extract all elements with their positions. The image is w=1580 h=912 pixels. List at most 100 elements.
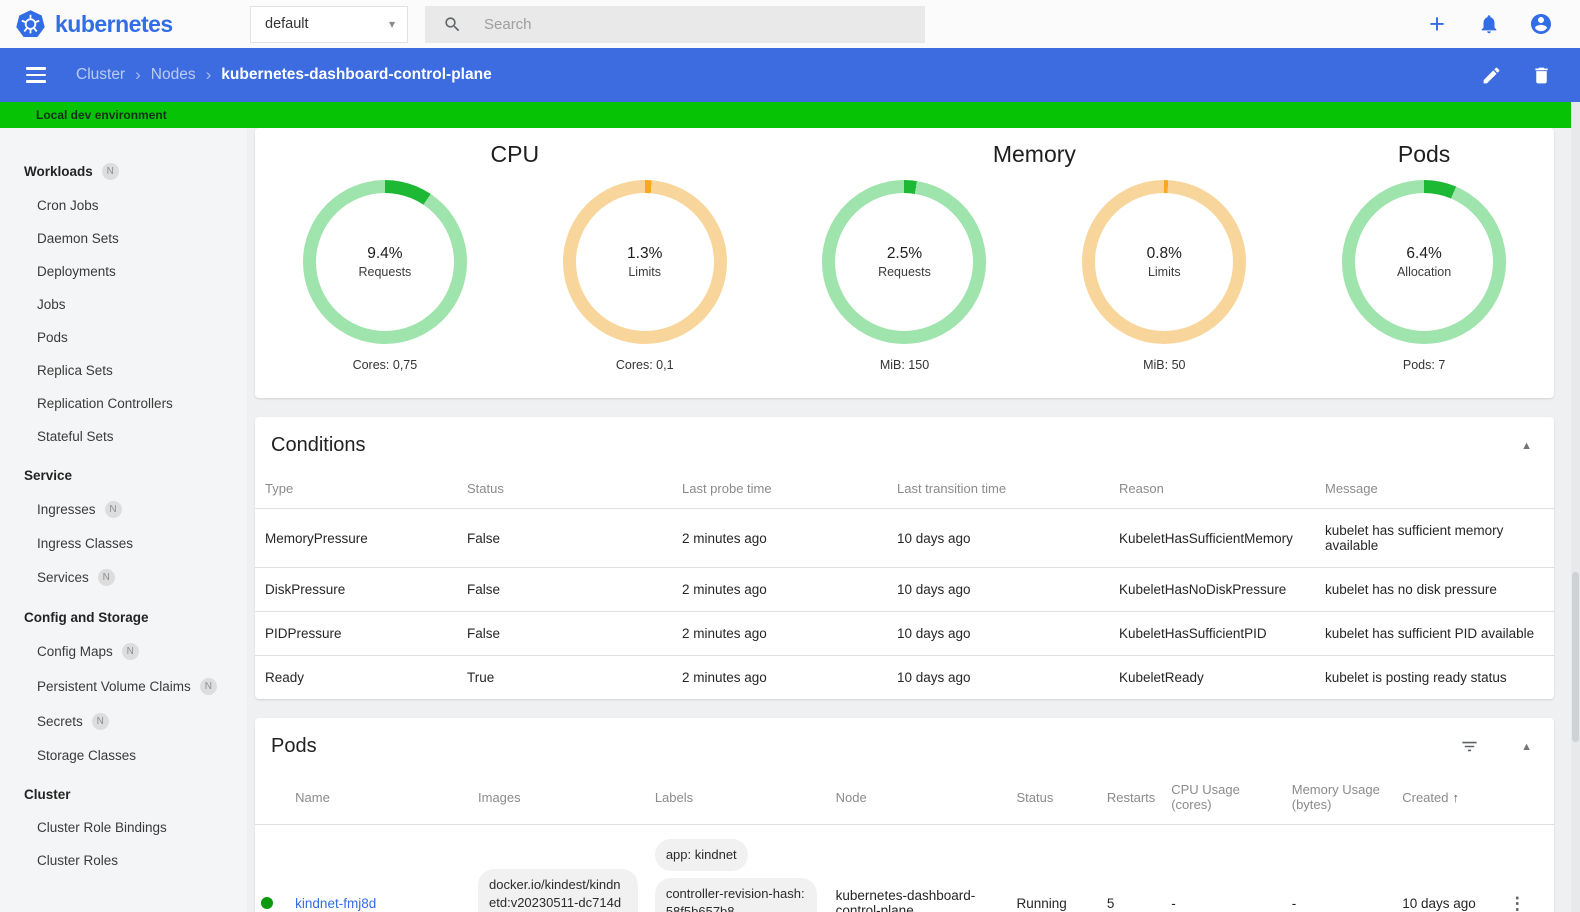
sidebar-item-label: Storage Classes [37, 748, 137, 763]
search-input[interactable] [484, 15, 913, 33]
breadcrumb-link-cluster[interactable]: Cluster [76, 66, 125, 84]
column-header-name: Name [295, 789, 330, 805]
delete-button[interactable] [1528, 62, 1554, 88]
caret-up-icon: ▲ [1521, 740, 1532, 753]
namespaced-badge: N [104, 501, 122, 518]
sidebar-item-ingresses[interactable]: Ingresses N [0, 492, 247, 527]
sidebar-item-storage-classes[interactable]: Storage Classes [0, 739, 247, 772]
sidebar-item-cron-jobs[interactable]: Cron Jobs [0, 189, 247, 222]
donut-center: 6.4% Allocation [1342, 180, 1506, 344]
condition-cell: 10 days ago [897, 582, 971, 597]
sidebar-item-stateful-sets[interactable]: Stateful Sets [0, 420, 247, 453]
account-icon [1529, 12, 1553, 36]
pod-cpu-cell: - [1171, 895, 1176, 911]
sidebar-item-ingress-classes[interactable]: Ingress Classes [0, 527, 247, 560]
create-resource-button[interactable]: + [1424, 11, 1450, 38]
pod-memory-cell: - [1291, 895, 1297, 911]
condition-cell: False [467, 626, 501, 641]
conditions-collapse-button[interactable]: ▲ [1515, 436, 1538, 456]
namespaced-badge: N [97, 569, 115, 586]
main-content: CPU Memory Pods 9.4% Requests Cores: 0,75 1.3%… [247, 128, 1580, 912]
page-scrollbar[interactable] [1571, 102, 1580, 912]
edit-button[interactable] [1478, 62, 1504, 88]
sidebar-item-jobs[interactable]: Jobs [0, 288, 247, 321]
sidebar-section-label: Service [24, 468, 73, 483]
donut-chart: 6.4% Allocation [1342, 180, 1507, 344]
sidebar-item-label: Ingress Classes [37, 536, 134, 551]
column-header-restarts: Restarts [1106, 789, 1156, 805]
breadcrumb: Cluster › Nodes › kubernetes-dashboard-contr… [76, 65, 492, 85]
filter-icon [1460, 737, 1479, 756]
notifications-button[interactable] [1476, 11, 1502, 37]
pods-collapse-button[interactable]: ▲ [1515, 737, 1538, 757]
account-button[interactable] [1528, 11, 1554, 37]
column-header-status: Status [1016, 789, 1054, 805]
namespaced-badge: N [101, 163, 119, 180]
pod-restarts-cell: 5 [1106, 895, 1115, 911]
condition-cell: DiskPressure [265, 582, 346, 597]
condition-row: MemoryPressure False 2 minutes ago 10 days … [255, 509, 1554, 568]
sidebar-item-persistent-volume-claims[interactable]: Persistent Volume Claims N [0, 669, 247, 704]
gauge-footer: Cores: 0,75 [352, 358, 418, 372]
chevron-right-icon: › [205, 65, 212, 84]
sidebar-item-services[interactable]: Services N [0, 560, 247, 595]
sidebar-item-replica-sets[interactable]: Replica Sets [0, 354, 247, 387]
pod-label-chips: app: kindnet controller-revision-hash: 58… [654, 839, 820, 912]
status-ok-icon [261, 897, 274, 910]
gauge-memory-limits: 0.8% Limits MiB: 50 [1034, 180, 1294, 396]
gauge-memory-requests: 2.5% Requests MiB: 150 [775, 180, 1035, 396]
scrollbar-thumb[interactable] [1572, 571, 1579, 742]
sidebar-item-replication-controllers[interactable]: Replication Controllers [0, 387, 247, 420]
pod-status-dot-cell [255, 825, 295, 912]
breadcrumb-link-nodes[interactable]: Nodes [151, 66, 196, 84]
condition-row: PIDPressure False 2 minutes ago 10 days ago… [255, 611, 1554, 656]
pod-image-chip: docker.io/kindest/kindnetd:v20230511-dc7… [478, 869, 639, 912]
sidebar-section-config-and-storage[interactable]: Config and Storage [0, 601, 247, 634]
pods-filter-button[interactable] [1458, 735, 1481, 758]
caret-up-icon: ▲ [1521, 439, 1532, 452]
sidebar-item-daemon-sets[interactable]: Daemon Sets [0, 222, 247, 255]
sidebar-section-cluster[interactable]: Cluster [0, 778, 247, 811]
column-header-status: Status [467, 481, 504, 496]
sidebar-item-deployments[interactable]: Deployments [0, 255, 247, 288]
kebab-menu-icon[interactable]: ⋮ [1509, 895, 1526, 912]
sidebar-item-cluster-role-bindings[interactable]: Cluster Role Bindings [0, 811, 247, 844]
pod-status-cell: Running [1016, 895, 1067, 911]
sidebar-item-label: Replica Sets [37, 363, 113, 378]
sidebar-item-secrets[interactable]: Secrets N [0, 704, 247, 739]
sidebar-item-label: Stateful Sets [37, 429, 114, 444]
namespaced-badge: N [199, 678, 217, 695]
pods-title: Pods [271, 735, 317, 757]
menu-icon[interactable] [26, 67, 46, 83]
sidebar-section-label: Config and Storage [24, 610, 149, 625]
column-header-created[interactable]: Created ↑ [1402, 770, 1508, 825]
column-header-last-probe-time: Last probe time [682, 481, 772, 496]
chevron-down-icon: ▾ [388, 17, 395, 31]
conditions-title: Conditions [271, 434, 366, 456]
sidebar-item-label: Cron Jobs [37, 198, 99, 213]
column-header-labels: Labels [654, 789, 694, 805]
bell-icon [1478, 13, 1500, 35]
gauge-label: Limits [628, 265, 662, 279]
namespace-selector[interactable]: default ▾ [250, 5, 408, 43]
condition-cell: MemoryPressure [265, 530, 368, 546]
sidebar-item-cluster-roles[interactable]: Cluster Roles [0, 844, 247, 877]
condition-cell: True [467, 670, 495, 685]
namespace-value: default [265, 16, 309, 32]
kubernetes-logo[interactable]: kubernetes [0, 9, 250, 40]
sidebar-item-config-maps[interactable]: Config Maps N [0, 634, 247, 669]
donut-chart: 2.5% Requests [822, 180, 987, 344]
sidebar-section-label: Workloads [24, 164, 93, 179]
pod-name-link[interactable]: kindnet-fmj8d [295, 896, 376, 911]
sidebar-item-pods[interactable]: Pods [0, 321, 247, 354]
condition-cell: False [467, 530, 501, 546]
condition-cell: False [467, 582, 501, 597]
page-toolbar: Cluster › Nodes › kubernetes-dashboard-contr… [0, 48, 1580, 102]
namespaced-badge: N [91, 713, 109, 730]
sidebar-item-label: Replication Controllers [37, 396, 173, 411]
sidebar-item-label: Cluster Role Bindings [37, 820, 167, 835]
sidebar-section-service[interactable]: Service [0, 459, 247, 492]
sidebar-section-workloads[interactable]: Workloads N [0, 154, 247, 189]
sidebar-item-label: Persistent Volume Claims [37, 679, 191, 694]
donut-center: 0.8% Limits [1082, 180, 1246, 344]
